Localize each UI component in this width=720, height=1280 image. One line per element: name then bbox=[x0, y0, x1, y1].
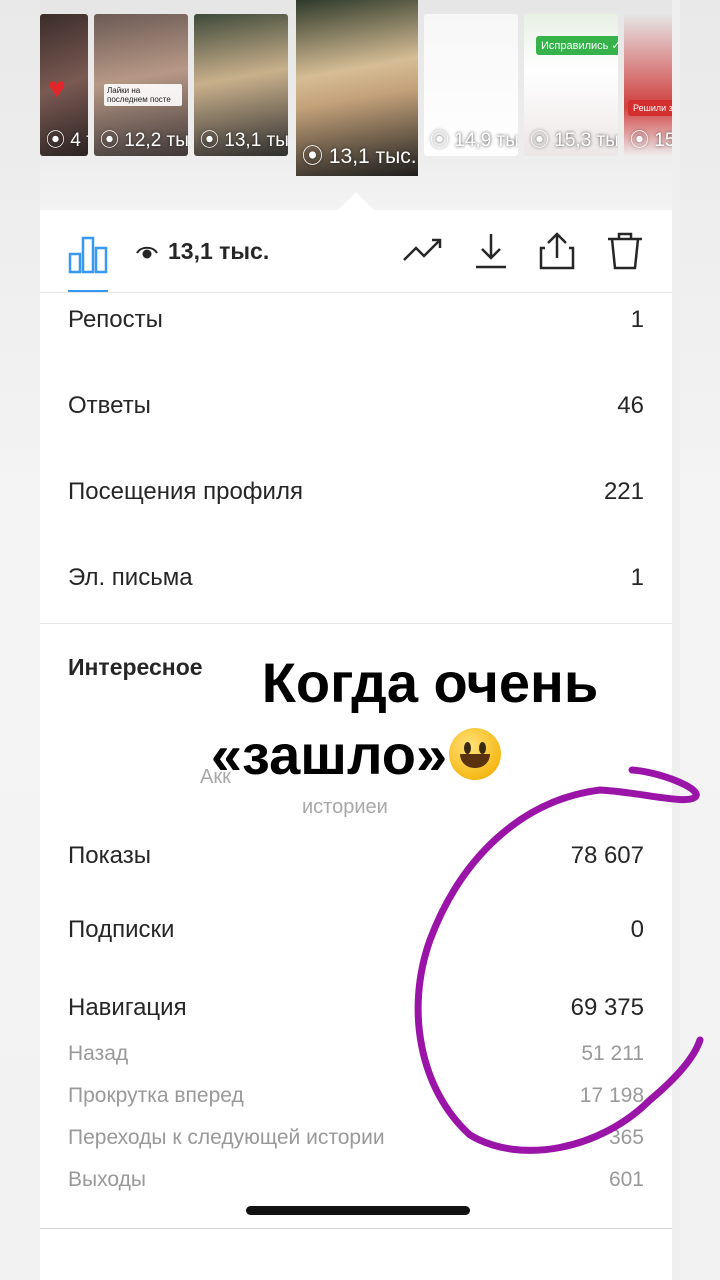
stat-row-next-story: Переходы к следующей истории 365 bbox=[68, 1126, 644, 1150]
insights-toolbar: 13,1 тыс. bbox=[40, 210, 672, 293]
stat-label: Подписки bbox=[68, 916, 175, 943]
stat-value: 1 bbox=[630, 564, 644, 591]
thumbnail-badge: Исправились ✓ bbox=[536, 36, 618, 55]
background-left bbox=[0, 0, 40, 1280]
story-thumbnail[interactable]: ♥ ⦿ 4 тыс bbox=[40, 14, 88, 156]
share-icon[interactable] bbox=[536, 230, 578, 272]
stat-value: 0 bbox=[630, 916, 644, 943]
selected-story-pointer bbox=[338, 192, 374, 210]
trash-icon[interactable] bbox=[604, 230, 646, 272]
stat-value: 51 211 bbox=[581, 1042, 644, 1065]
stat-label: Ответы bbox=[68, 392, 151, 419]
section-divider bbox=[40, 623, 672, 624]
stat-label: Прокрутка вперед bbox=[68, 1084, 244, 1107]
home-indicator[interactable] bbox=[246, 1206, 470, 1215]
thumbnail-caption: Лайки на последнем посте bbox=[104, 84, 182, 106]
story-thumbnail[interactable]: ⦿ 13,1 тыс bbox=[194, 14, 288, 156]
stat-value: 69 375 bbox=[570, 994, 644, 1021]
thumbnail-views: ⦿ 13,1 тыс. bbox=[302, 145, 417, 168]
stat-value: 17 198 bbox=[579, 1084, 644, 1107]
stat-value: 46 bbox=[617, 392, 644, 419]
stat-value: 78 607 bbox=[570, 842, 644, 869]
story-thumbnails-strip: ♥ ⦿ 4 тыс Лайки на последнем посте ⦿ 12,… bbox=[40, 0, 672, 210]
overlay-caption-line1: Когда очень bbox=[261, 651, 599, 714]
sheet-bottom-divider bbox=[40, 1228, 672, 1229]
bar-chart-icon[interactable] bbox=[68, 234, 108, 274]
stat-row-profile-visits: Посещения профиля 221 bbox=[68, 478, 644, 506]
story-thumbnail[interactable]: Решили за... ⦿ 15 bbox=[624, 14, 672, 156]
stat-value: 365 bbox=[608, 1126, 644, 1149]
heart-icon: ♥ bbox=[48, 72, 66, 105]
stat-row-reposts: Репосты 1 bbox=[68, 306, 644, 334]
trend-icon[interactable] bbox=[402, 230, 444, 272]
story-thumbnail-selected[interactable]: ⦿ 13,1 тыс. bbox=[296, 0, 418, 176]
stat-row-impressions: Показы 78 607 bbox=[68, 842, 644, 870]
eye-icon bbox=[136, 246, 158, 259]
story-thumbnail[interactable]: Исправились ✓ ⦿ 15,3 тыс bbox=[524, 14, 618, 156]
stat-row-back: Назад 51 211 bbox=[68, 1042, 644, 1066]
views-count: 13,1 тыс. bbox=[168, 238, 270, 264]
thumbnail-views: ⦿ 14,9 тыс bbox=[430, 130, 518, 151]
stat-label: Репосты bbox=[68, 306, 163, 333]
stat-row-navigation: Навигация 69 375 bbox=[68, 994, 644, 1022]
active-tab-indicator bbox=[68, 290, 108, 292]
thumbnail-views: ⦿ 15,3 тыс bbox=[530, 130, 618, 151]
thumbnail-views: ⦿ 4 тыс bbox=[46, 130, 88, 151]
stat-row-exits: Выходы 601 bbox=[68, 1168, 644, 1192]
stat-label: Показы bbox=[68, 842, 151, 869]
story-thumbnail[interactable]: Лайки на последнем посте ⦿ 12,2 тыс bbox=[94, 14, 188, 156]
stat-label: Эл. письма bbox=[68, 564, 193, 591]
stat-row-forward: Прокрутка вперед 17 198 bbox=[68, 1084, 644, 1108]
story-thumbnail[interactable]: ⦿ 14,9 тыс bbox=[424, 14, 518, 156]
overlay-caption-line2: «зашло» bbox=[0, 722, 716, 787]
stat-row-follows: Подписки 0 bbox=[68, 916, 644, 944]
stat-label: Переходы к следующей истории bbox=[68, 1126, 385, 1149]
stat-value: 221 bbox=[603, 478, 644, 505]
thumbnail-views: ⦿ 15 bbox=[630, 130, 672, 151]
thumbnail-views: ⦿ 12,2 тыс bbox=[100, 130, 188, 151]
faint-text: историеи bbox=[302, 796, 388, 818]
stat-label: Посещения профиля bbox=[68, 478, 303, 505]
stat-label: Выходы bbox=[68, 1168, 146, 1191]
background-right bbox=[680, 0, 720, 1280]
download-icon[interactable] bbox=[470, 230, 512, 272]
overlay-caption-text: «зашло» bbox=[210, 723, 448, 786]
stat-label: Назад bbox=[68, 1042, 129, 1065]
stat-value: 1 bbox=[630, 306, 644, 333]
stat-row-replies: Ответы 46 bbox=[68, 392, 644, 420]
smiley-emoji-icon bbox=[449, 728, 502, 780]
thumbnail-views: ⦿ 13,1 тыс bbox=[200, 130, 288, 151]
stat-label: Навигация bbox=[68, 994, 187, 1021]
stat-value: 601 bbox=[608, 1168, 644, 1191]
stat-row-emails: Эл. письма 1 bbox=[68, 564, 644, 592]
thumbnail-badge: Решили за... bbox=[628, 100, 672, 116]
